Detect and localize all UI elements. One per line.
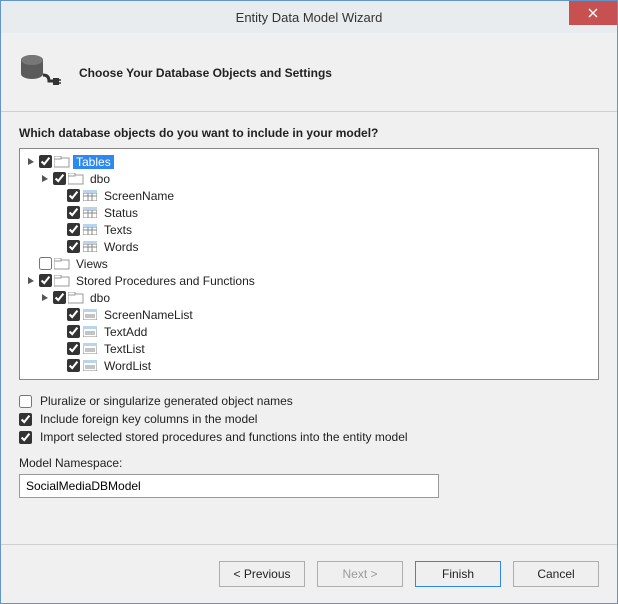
- namespace-label: Model Namespace:: [19, 456, 599, 470]
- tree-label: dbo: [87, 291, 113, 305]
- tree-node-sprocs-dbo[interactable]: dbo: [26, 289, 592, 306]
- table-icon: [82, 240, 98, 254]
- spacer: [26, 258, 37, 269]
- question-text: Which database objects do you want to in…: [19, 126, 599, 140]
- close-button[interactable]: [569, 1, 617, 25]
- page-subtitle: Choose Your Database Objects and Setting…: [79, 66, 332, 80]
- expand-icon[interactable]: [40, 292, 51, 303]
- tree-node-status[interactable]: Status: [26, 204, 592, 221]
- window-title: Entity Data Model Wizard: [1, 10, 617, 25]
- checkbox-sprocs[interactable]: [39, 274, 52, 287]
- expand-icon[interactable]: [26, 156, 37, 167]
- checkbox-pluralize[interactable]: [19, 395, 32, 408]
- sproc-icon: [82, 359, 98, 373]
- finish-button[interactable]: Finish: [415, 561, 501, 587]
- checkbox-texts[interactable]: [67, 223, 80, 236]
- checkbox-textadd[interactable]: [67, 325, 80, 338]
- content-area: Choose Your Database Objects and Setting…: [1, 33, 617, 526]
- wizard-window: Entity Data Model Wizard Choose Your Dat…: [0, 0, 618, 604]
- checkbox-screenname[interactable]: [67, 189, 80, 202]
- tree-label: ScreenNameList: [101, 308, 196, 322]
- checkbox-words[interactable]: [67, 240, 80, 253]
- folder-icon: [54, 257, 70, 271]
- spacer: [54, 224, 65, 235]
- tree-node-screennamelist[interactable]: ScreenNameList: [26, 306, 592, 323]
- divider: [1, 111, 617, 112]
- expand-icon[interactable]: [40, 173, 51, 184]
- checkbox-import-sp[interactable]: [19, 431, 32, 444]
- spacer: [54, 343, 65, 354]
- sproc-icon: [82, 325, 98, 339]
- folder-icon: [54, 155, 70, 169]
- schema-icon: [68, 172, 84, 186]
- header-row: Choose Your Database Objects and Setting…: [19, 47, 599, 111]
- tree-label: Status: [101, 206, 141, 220]
- tree-node-tables-dbo[interactable]: dbo: [26, 170, 592, 187]
- close-icon: [588, 8, 598, 18]
- checkbox-sprocs-dbo[interactable]: [53, 291, 66, 304]
- tree-node-views[interactable]: Views: [26, 255, 592, 272]
- checkbox-wordlist[interactable]: [67, 359, 80, 372]
- titlebar: Entity Data Model Wizard: [1, 1, 617, 33]
- checkbox-tables[interactable]: [39, 155, 52, 168]
- table-icon: [82, 223, 98, 237]
- checkbox-textlist[interactable]: [67, 342, 80, 355]
- option-import-sp-row: Import selected stored procedures and fu…: [19, 430, 599, 444]
- option-pluralize-row: Pluralize or singularize generated objec…: [19, 394, 599, 408]
- previous-button[interactable]: < Previous: [219, 561, 305, 587]
- tree-label: TextAdd: [101, 325, 150, 339]
- tree-node-sprocs[interactable]: Stored Procedures and Functions: [26, 272, 592, 289]
- tree-label: ScreenName: [101, 189, 177, 203]
- sproc-icon: [82, 342, 98, 356]
- tree-node-screenname[interactable]: ScreenName: [26, 187, 592, 204]
- spacer: [54, 309, 65, 320]
- tree-label: Stored Procedures and Functions: [73, 274, 258, 288]
- spacer: [54, 241, 65, 252]
- namespace-input[interactable]: [19, 474, 439, 498]
- tree-label: Words: [101, 240, 141, 254]
- option-fk-label: Include foreign key columns in the model: [40, 412, 257, 426]
- tree-label: dbo: [87, 172, 113, 186]
- table-icon: [82, 189, 98, 203]
- tree-node-textlist[interactable]: TextList: [26, 340, 592, 357]
- tree-label: Tables: [73, 155, 114, 169]
- table-icon: [82, 206, 98, 220]
- checkbox-views[interactable]: [39, 257, 52, 270]
- tree-label: WordList: [101, 359, 154, 373]
- database-plug-icon: [19, 53, 61, 93]
- spacer: [54, 360, 65, 371]
- tree-label: Texts: [101, 223, 135, 237]
- tree-label: Views: [73, 257, 111, 271]
- schema-icon: [68, 291, 84, 305]
- option-pluralize-label: Pluralize or singularize generated objec…: [40, 394, 293, 408]
- button-bar: < Previous Next > Finish Cancel: [1, 544, 617, 603]
- tree-node-textadd[interactable]: TextAdd: [26, 323, 592, 340]
- tree-node-wordlist[interactable]: WordList: [26, 357, 592, 374]
- option-fk-row: Include foreign key columns in the model: [19, 412, 599, 426]
- tree-node-words[interactable]: Words: [26, 238, 592, 255]
- spacer: [54, 326, 65, 337]
- options-section: Pluralize or singularize generated objec…: [19, 390, 599, 448]
- expand-icon[interactable]: [26, 275, 37, 286]
- next-button[interactable]: Next >: [317, 561, 403, 587]
- tree-node-texts[interactable]: Texts: [26, 221, 592, 238]
- checkbox-fk[interactable]: [19, 413, 32, 426]
- objects-tree[interactable]: Tables dbo ScreenName: [19, 148, 599, 380]
- folder-icon: [54, 274, 70, 288]
- tree-label: TextList: [101, 342, 148, 356]
- sproc-icon: [82, 308, 98, 322]
- cancel-button[interactable]: Cancel: [513, 561, 599, 587]
- checkbox-screennamelist[interactable]: [67, 308, 80, 321]
- checkbox-status[interactable]: [67, 206, 80, 219]
- spacer: [54, 190, 65, 201]
- tree-node-tables[interactable]: Tables: [26, 153, 592, 170]
- option-import-sp-label: Import selected stored procedures and fu…: [40, 430, 408, 444]
- checkbox-tables-dbo[interactable]: [53, 172, 66, 185]
- spacer: [54, 207, 65, 218]
